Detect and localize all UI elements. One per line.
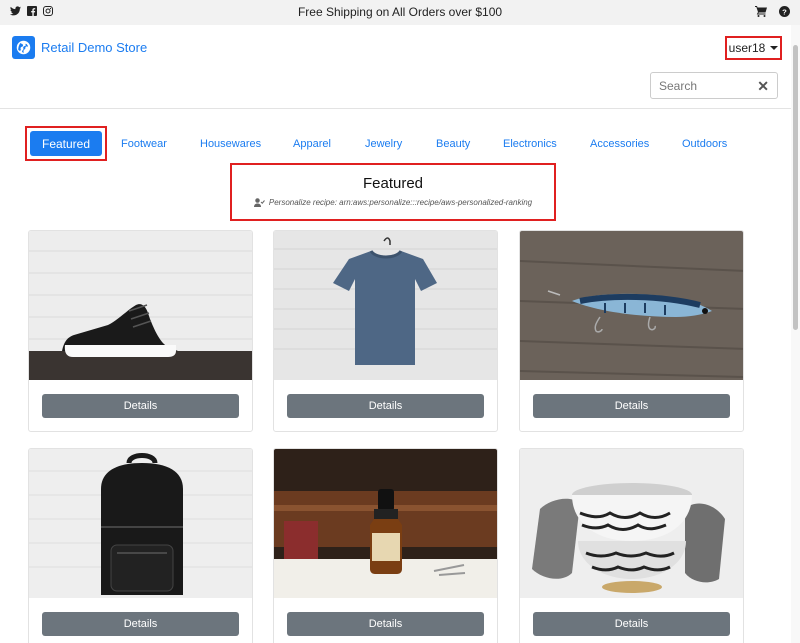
user-dropdown[interactable]: user18 xyxy=(725,36,782,60)
tab-footwear[interactable]: Footwear xyxy=(121,138,167,150)
caret-down-icon xyxy=(770,46,779,50)
user-check-icon xyxy=(253,198,265,207)
brand-link[interactable]: Retail Demo Store xyxy=(12,36,147,59)
details-button[interactable]: Details xyxy=(287,394,484,418)
brand-name: Retail Demo Store xyxy=(41,40,148,55)
tab-beauty[interactable]: Beauty xyxy=(436,138,470,150)
product-image[interactable] xyxy=(274,231,497,380)
product-card: Details xyxy=(519,448,744,643)
section-title: Featured xyxy=(362,175,424,192)
featured-heading: Featured Personalize recipe: arn:aws:per… xyxy=(230,163,556,221)
recipe-note: Personalize recipe: arn:aws:personalize:… xyxy=(232,198,554,207)
category-nav: Featured Footwear Housewares Apparel Jew… xyxy=(0,126,800,162)
details-button[interactable]: Details xyxy=(42,394,239,418)
tab-featured[interactable]: Featured xyxy=(30,131,102,156)
username: user18 xyxy=(728,41,766,55)
promo-bar: Free Shipping on All Orders over $100 ? xyxy=(0,0,800,25)
details-button[interactable]: Details xyxy=(42,612,239,636)
details-button[interactable]: Details xyxy=(287,612,484,636)
globe-icon xyxy=(12,36,35,59)
clear-search-icon[interactable]: ✕ xyxy=(757,79,769,93)
utility-icons: ? xyxy=(755,6,790,17)
product-image[interactable] xyxy=(520,449,743,598)
cart-icon[interactable] xyxy=(755,6,767,17)
recipe-text: Personalize recipe: arn:aws:personalize:… xyxy=(268,198,533,207)
product-image[interactable] xyxy=(29,449,252,598)
product-image[interactable] xyxy=(29,231,252,380)
tab-jewelry[interactable]: Jewelry xyxy=(365,138,402,150)
product-image[interactable] xyxy=(520,231,743,380)
details-button[interactable]: Details xyxy=(533,394,730,418)
featured-highlight: Featured xyxy=(25,126,107,161)
tab-apparel[interactable]: Apparel xyxy=(293,138,331,150)
product-card: Details xyxy=(28,230,253,432)
search-input[interactable] xyxy=(659,78,751,93)
tab-electronics[interactable]: Electronics xyxy=(503,138,557,150)
help-icon[interactable]: ? xyxy=(779,6,790,17)
scrollbar-thumb[interactable] xyxy=(793,45,798,330)
product-card: Details xyxy=(273,230,498,432)
svg-text:?: ? xyxy=(782,7,787,16)
tab-outdoors[interactable]: Outdoors xyxy=(682,138,727,150)
site-header: Retail Demo Store user18 ✕ xyxy=(0,25,800,109)
promo-text: Free Shipping on All Orders over $100 xyxy=(297,5,503,19)
tab-accessories[interactable]: Accessories xyxy=(590,138,649,150)
page-scrollbar[interactable] xyxy=(791,25,800,643)
product-image[interactable] xyxy=(274,449,497,598)
search-box: ✕ xyxy=(650,72,778,99)
product-card: Details xyxy=(273,448,498,643)
tab-housewares[interactable]: Housewares xyxy=(200,138,261,150)
product-card: Details xyxy=(519,230,744,432)
product-card: Details xyxy=(28,448,253,643)
details-button[interactable]: Details xyxy=(533,612,730,636)
